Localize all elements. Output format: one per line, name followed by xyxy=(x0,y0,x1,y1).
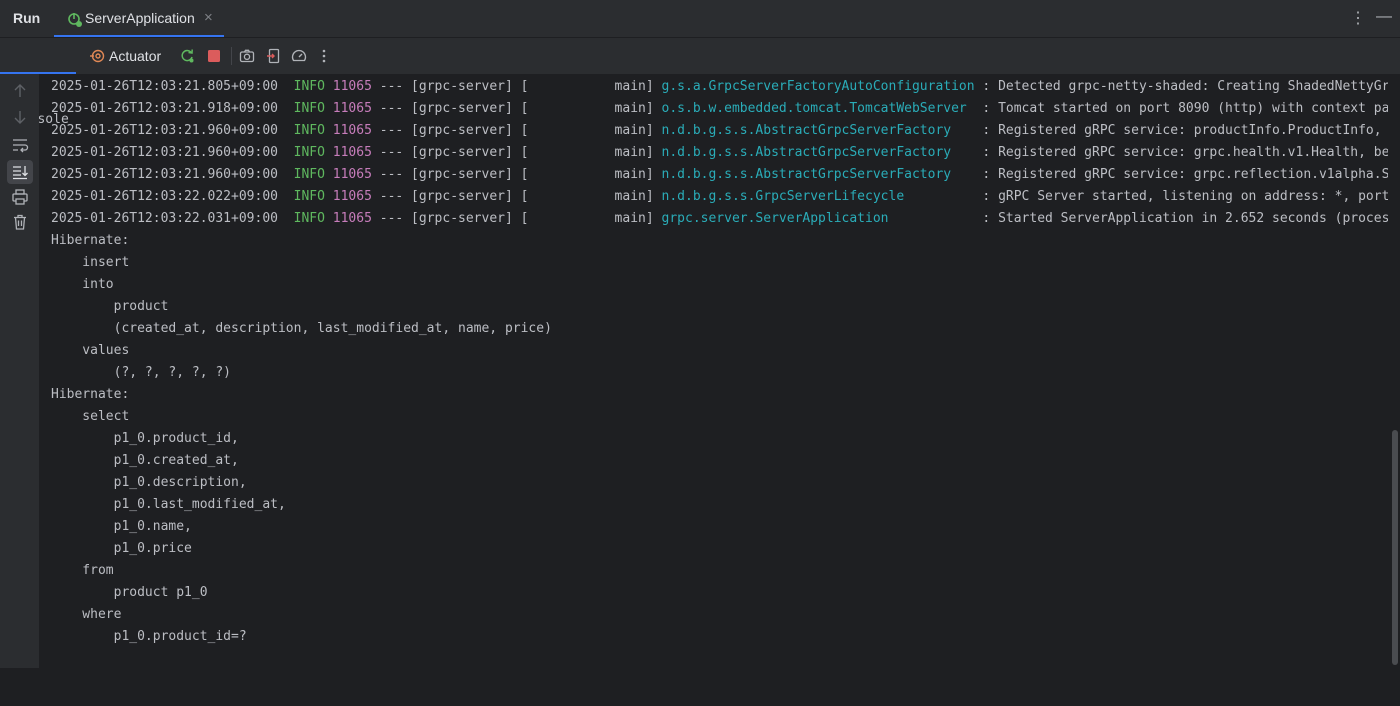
actuator-icon xyxy=(90,49,105,63)
more-options-icon[interactable]: ⋮ xyxy=(1350,8,1366,28)
log-thread: --- [grpc-server] [ main] xyxy=(371,211,662,226)
log-level: INFO xyxy=(293,79,325,94)
log-line: 2025-01-26T12:03:22.022+09:00 INFO 11065… xyxy=(51,186,1388,208)
log-logger[interactable]: n.d.b.g.s.s.GrpcServerLifecycle xyxy=(662,189,975,204)
log-logger[interactable]: grpc.server.ServerApplication xyxy=(662,211,975,226)
log-pid: 11065 xyxy=(332,145,372,160)
scroll-to-end-icon[interactable] xyxy=(11,163,29,181)
scrollbar-thumb[interactable] xyxy=(1392,430,1398,665)
log-level: INFO xyxy=(293,123,325,138)
log-level: INFO xyxy=(293,145,325,160)
log-timestamp: 2025-01-26T12:03:21.960+09:00 xyxy=(51,123,278,138)
console-text-line: product p1_0 xyxy=(51,585,208,600)
log-line: 2025-01-26T12:03:21.960+09:00 INFO 11065… xyxy=(51,120,1388,142)
log-level: INFO xyxy=(293,189,325,204)
more-icon[interactable] xyxy=(316,48,332,64)
tab-actuator[interactable]: Actuator xyxy=(109,48,161,64)
stop-icon[interactable] xyxy=(206,48,222,64)
log-logger[interactable]: n.d.b.g.s.s.AbstractGrpcServerFactory xyxy=(662,123,975,138)
console-text-line: p1_0.product_id=? xyxy=(51,629,247,644)
toolbar-divider xyxy=(231,47,232,65)
log-timestamp: 2025-01-26T12:03:21.960+09:00 xyxy=(51,145,278,160)
log-pid: 11065 xyxy=(332,167,372,182)
console-text-line: Hibernate: xyxy=(51,233,130,248)
tab-label: ServerApplication xyxy=(85,10,195,26)
exit-icon[interactable] xyxy=(266,48,282,64)
log-message: : Registered gRPC service: grpc.health.v… xyxy=(974,145,1388,160)
trash-icon[interactable] xyxy=(11,213,29,231)
console-text-line: (created_at, description, last_modified_… xyxy=(51,321,552,336)
log-pid: 11065 xyxy=(332,211,372,226)
console-text-line: values xyxy=(51,343,130,358)
log-thread: --- [grpc-server] [ main] xyxy=(371,145,662,160)
log-logger[interactable]: g.s.a.GrpcServerFactoryAutoConfiguration xyxy=(662,79,975,94)
gauge-icon[interactable] xyxy=(291,48,307,64)
console-text-line: insert xyxy=(51,255,130,270)
console-gutter xyxy=(0,74,39,668)
console-text-line: where xyxy=(51,607,122,622)
log-message: : Registered gRPC service: productInfo.P… xyxy=(974,123,1388,138)
console-text-line: p1_0.last_modified_at, xyxy=(51,497,286,512)
log-message: : Started ServerApplication in 2.652 sec… xyxy=(974,211,1388,226)
soft-wrap-icon[interactable] xyxy=(11,136,29,154)
log-level: INFO xyxy=(293,101,325,116)
spring-run-icon xyxy=(68,13,82,27)
console-text-line: into xyxy=(51,277,114,292)
close-icon[interactable]: × xyxy=(204,9,213,26)
console-output[interactable]: 2025-01-26T12:03:21.805+09:00 INFO 11065… xyxy=(39,74,1388,668)
log-logger[interactable]: n.d.b.g.s.s.AbstractGrpcServerFactory xyxy=(662,167,975,182)
console-text-line: p1_0.product_id, xyxy=(51,431,239,446)
log-timestamp: 2025-01-26T12:03:21.918+09:00 xyxy=(51,101,278,116)
console-text-line: p1_0.price xyxy=(51,541,192,556)
log-timestamp: 2025-01-26T12:03:22.031+09:00 xyxy=(51,211,278,226)
log-line: 2025-01-26T12:03:22.031+09:00 INFO 11065… xyxy=(51,208,1388,230)
log-level: INFO xyxy=(293,211,325,226)
log-line: 2025-01-26T12:03:21.960+09:00 INFO 11065… xyxy=(51,164,1388,186)
arrow-down-icon[interactable] xyxy=(11,108,29,126)
log-timestamp: 2025-01-26T12:03:22.022+09:00 xyxy=(51,189,278,204)
log-logger[interactable]: o.s.b.w.embedded.tomcat.TomcatWebServer xyxy=(662,101,975,116)
console-text-line: (?, ?, ?, ?, ?) xyxy=(51,365,232,380)
log-thread: --- [grpc-server] [ main] xyxy=(371,101,662,116)
console-toolbar: Console Actuator xyxy=(0,38,1400,127)
run-title: Run xyxy=(13,10,41,26)
minimize-icon[interactable]: — xyxy=(1376,8,1392,28)
rerun-icon[interactable] xyxy=(179,48,195,64)
log-message: : Registered gRPC service: grpc.reflecti… xyxy=(974,167,1388,182)
log-thread: --- [grpc-server] [ main] xyxy=(371,123,662,138)
log-pid: 11065 xyxy=(332,79,372,94)
console-text-line: product xyxy=(51,299,169,314)
log-pid: 11065 xyxy=(332,189,372,204)
print-icon[interactable] xyxy=(11,188,29,206)
log-message: : gRPC Server started, listening on addr… xyxy=(974,189,1388,204)
log-timestamp: 2025-01-26T12:03:21.805+09:00 xyxy=(51,79,278,94)
log-timestamp: 2025-01-26T12:03:21.960+09:00 xyxy=(51,167,278,182)
log-thread: --- [grpc-server] [ main] xyxy=(371,189,662,204)
log-pid: 11065 xyxy=(332,123,372,138)
run-tool-window-header: Run ServerApplication × ⋮ — xyxy=(0,0,1400,38)
log-logger[interactable]: n.d.b.g.s.s.AbstractGrpcServerFactory xyxy=(662,145,975,160)
log-line: 2025-01-26T12:03:21.960+09:00 INFO 11065… xyxy=(51,142,1388,164)
log-pid: 11065 xyxy=(332,101,372,116)
log-thread: --- [grpc-server] [ main] xyxy=(371,79,662,94)
arrow-up-icon[interactable] xyxy=(11,82,29,100)
log-line: 2025-01-26T12:03:21.918+09:00 INFO 11065… xyxy=(51,98,1388,120)
camera-icon[interactable] xyxy=(239,48,255,64)
console-text-line: select xyxy=(51,409,130,424)
console-text-line: p1_0.description, xyxy=(51,475,247,490)
tab-server-application[interactable]: ServerApplication × xyxy=(54,0,224,37)
log-level: INFO xyxy=(293,167,325,182)
console-text-line: p1_0.name, xyxy=(51,519,192,534)
console-text-line: p1_0.created_at, xyxy=(51,453,239,468)
log-message: : Detected grpc-netty-shaded: Creating S… xyxy=(974,79,1388,94)
log-message: : Tomcat started on port 8090 (http) wit… xyxy=(974,101,1388,116)
console-text-line: Hibernate: xyxy=(51,387,130,402)
console-text-line: from xyxy=(51,563,114,578)
log-thread: --- [grpc-server] [ main] xyxy=(371,167,662,182)
log-line: 2025-01-26T12:03:21.805+09:00 INFO 11065… xyxy=(51,76,1388,98)
